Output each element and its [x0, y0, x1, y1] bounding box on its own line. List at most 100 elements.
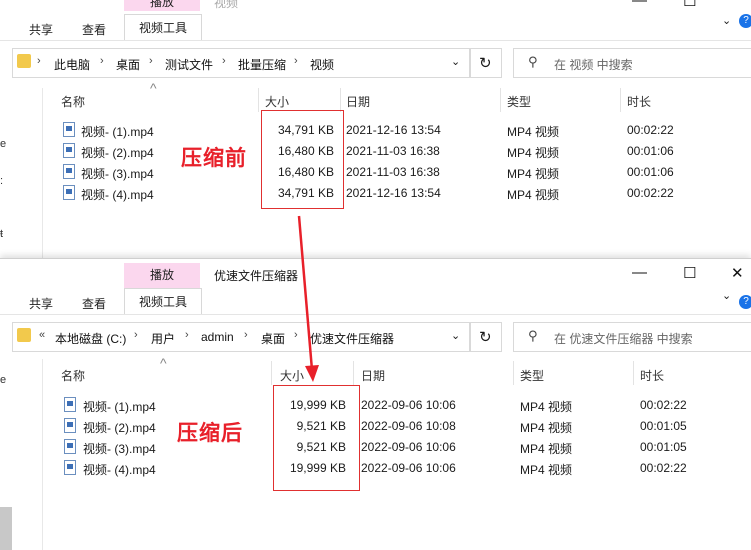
- file-date: 2021-11-03 16:38: [346, 165, 440, 179]
- refresh-button[interactable]: ↻: [470, 322, 502, 352]
- breadcrumb-item[interactable]: admin: [201, 330, 234, 344]
- column-divider[interactable]: [258, 88, 259, 112]
- file-name: 视频- (1).mp4: [83, 400, 156, 414]
- column-header-size[interactable]: 大小: [265, 93, 289, 110]
- file-row[interactable]: 视频- (2).mp4 9,521 KB 2022-09-06 10:08 MP…: [0, 416, 751, 437]
- breadcrumb-item[interactable]: 此电脑: [54, 56, 90, 73]
- file-row[interactable]: 视频- (3).mp4 16,480 KB 2021-11-03 16:38 M…: [0, 162, 751, 183]
- file-date: 2022-09-06 10:08: [361, 419, 456, 433]
- tab-share[interactable]: 共享: [29, 295, 53, 312]
- help-icon[interactable]: ?: [739, 295, 751, 309]
- tab-share[interactable]: 共享: [29, 21, 53, 38]
- file-row[interactable]: 视频- (2).mp4 16,480 KB 2021-11-03 16:38 M…: [0, 141, 751, 162]
- search-placeholder: 在 优速文件压缩器 中搜索: [554, 332, 693, 346]
- window-title: 优速文件压缩器: [214, 269, 299, 283]
- context-tab-play[interactable]: 播放: [124, 0, 200, 11]
- file-date: 2021-11-03 16:38: [346, 144, 440, 158]
- file-row[interactable]: 视频- (1).mp4 19,999 KB 2022-09-06 10:06 M…: [0, 395, 751, 416]
- minimize-button[interactable]: —: [632, 264, 647, 281]
- file-type: MP4 视频: [520, 442, 573, 456]
- file-row[interactable]: 视频- (3).mp4 9,521 KB 2022-09-06 10:06 MP…: [0, 437, 751, 458]
- column-header-duration[interactable]: 时长: [627, 93, 651, 110]
- file-type: MP4 视频: [520, 463, 573, 477]
- column-divider[interactable]: [513, 361, 514, 385]
- file-type: MP4 视频: [507, 146, 560, 160]
- column-divider[interactable]: [500, 88, 501, 112]
- tab-view[interactable]: 查看: [82, 295, 106, 312]
- search-placeholder: 在 视频 中搜索: [554, 58, 633, 72]
- column-header-duration[interactable]: 时长: [640, 367, 664, 384]
- file-date: 2021-12-16 13:54: [346, 123, 441, 137]
- column-header-name[interactable]: 名称: [61, 367, 85, 384]
- tab-view[interactable]: 查看: [82, 21, 106, 38]
- column-header-type[interactable]: 类型: [507, 93, 531, 110]
- breadcrumb-overflow-icon[interactable]: «: [39, 329, 45, 341]
- file-duration: 00:02:22: [640, 398, 687, 412]
- column-divider[interactable]: [633, 361, 634, 385]
- file-date: 2021-12-16 13:54: [346, 186, 441, 200]
- file-type: MP4 视频: [507, 188, 560, 202]
- file-date: 2022-09-06 10:06: [361, 398, 456, 412]
- column-header-name[interactable]: 名称: [61, 93, 85, 110]
- video-file-icon: [63, 143, 75, 158]
- file-row[interactable]: 视频- (4).mp4 19,999 KB 2022-09-06 10:06 M…: [0, 458, 751, 479]
- breadcrumb-item[interactable]: 优速文件压缩器: [310, 330, 394, 347]
- nav-item-fragment[interactable]: e: [0, 374, 6, 386]
- video-file-icon: [63, 164, 75, 179]
- context-tab-play[interactable]: 播放: [124, 263, 200, 288]
- column-divider[interactable]: [353, 361, 354, 385]
- explorer-window-after: 播放 优速文件压缩器 — ☐ ✕ 共享 查看 视频工具 ⌄ ? « 本地磁盘 (…: [0, 258, 751, 550]
- column-header-date[interactable]: 日期: [346, 93, 370, 110]
- maximize-button[interactable]: ☐: [683, 0, 696, 10]
- file-date: 2022-09-06 10:06: [361, 461, 456, 475]
- tab-video-tools[interactable]: 视频工具: [124, 288, 202, 315]
- refresh-icon: ↻: [479, 329, 492, 346]
- file-duration: 00:01:05: [640, 419, 687, 433]
- maximize-button[interactable]: ☐: [683, 264, 696, 282]
- file-name: 视频- (4).mp4: [83, 463, 156, 477]
- annotation-before: 压缩前: [181, 147, 247, 170]
- expand-ribbon-icon[interactable]: ⌄: [722, 14, 731, 27]
- chevron-down-icon[interactable]: ⌄: [451, 329, 460, 342]
- chevron-right-icon: ›: [294, 55, 298, 67]
- nav-item-fragment[interactable]: ŧ: [0, 228, 3, 240]
- refresh-button[interactable]: ↻: [470, 48, 502, 78]
- column-header-type[interactable]: 类型: [520, 367, 544, 384]
- breadcrumb-item[interactable]: 本地磁盘 (C:): [55, 330, 126, 347]
- column-header-size[interactable]: 大小: [280, 367, 304, 384]
- scrollbar-thumb[interactable]: [0, 507, 12, 550]
- chevron-down-icon[interactable]: ⌄: [451, 55, 460, 68]
- address-bar[interactable]: › 此电脑 › 桌面 › 测试文件 › 批量压缩 › 视频 ⌄: [12, 48, 470, 78]
- column-header-date[interactable]: 日期: [361, 367, 385, 384]
- breadcrumb-item[interactable]: 视频: [310, 56, 334, 73]
- tab-video-tools[interactable]: 视频工具: [124, 14, 202, 41]
- file-duration: 00:01:06: [627, 165, 674, 179]
- sort-up-icon: ^: [160, 355, 167, 371]
- window-title: 视频: [214, 0, 239, 10]
- column-divider[interactable]: [340, 88, 341, 112]
- search-input[interactable]: ⚲ 在 优速文件压缩器 中搜索: [513, 322, 751, 352]
- minimize-button[interactable]: —: [632, 0, 647, 9]
- breadcrumb-item[interactable]: 批量压缩: [238, 56, 286, 73]
- expand-ribbon-icon[interactable]: ⌄: [722, 289, 731, 302]
- help-icon[interactable]: ?: [739, 14, 751, 28]
- chevron-right-icon: ›: [134, 329, 138, 341]
- file-duration: 00:02:22: [627, 186, 674, 200]
- breadcrumb-item[interactable]: 用户: [151, 330, 175, 347]
- file-duration: 00:01:05: [640, 440, 687, 454]
- breadcrumb-item[interactable]: 桌面: [116, 56, 140, 73]
- file-row[interactable]: 视频- (4).mp4 34,791 KB 2021-12-16 13:54 M…: [0, 183, 751, 204]
- search-icon: ⚲: [528, 54, 538, 69]
- column-divider[interactable]: [271, 361, 272, 385]
- column-divider[interactable]: [620, 88, 621, 112]
- video-file-icon: [64, 397, 76, 412]
- file-name: 视频- (1).mp4: [81, 125, 154, 139]
- address-bar[interactable]: « 本地磁盘 (C:) › 用户 › admin › 桌面 › 优速文件压缩器 …: [12, 322, 470, 352]
- breadcrumb-item[interactable]: 测试文件: [165, 56, 213, 73]
- chevron-right-icon: ›: [244, 329, 248, 341]
- close-button[interactable]: ✕: [731, 264, 744, 282]
- search-input[interactable]: ⚲ 在 视频 中搜索: [513, 48, 751, 78]
- file-date: 2022-09-06 10:06: [361, 440, 456, 454]
- file-row[interactable]: 视频- (1).mp4 34,791 KB 2021-12-16 13:54 M…: [0, 120, 751, 141]
- breadcrumb-item[interactable]: 桌面: [261, 330, 285, 347]
